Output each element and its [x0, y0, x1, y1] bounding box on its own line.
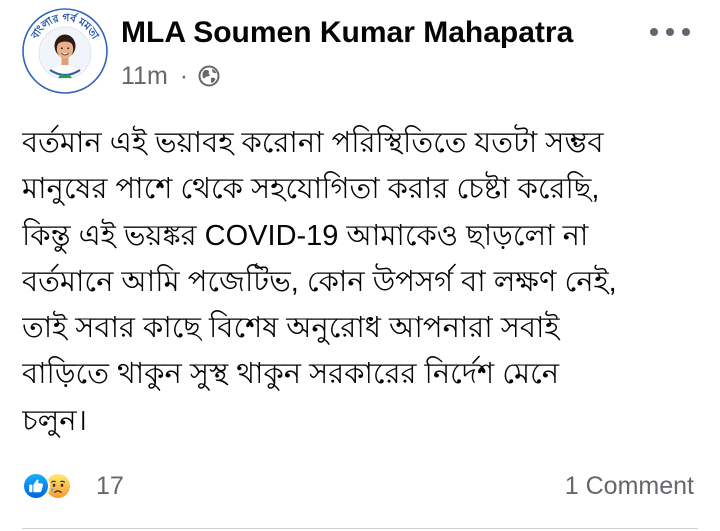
reaction-icons [22, 472, 72, 500]
facebook-post: বাংলার গর্ব মমতা MLA Soumen Kumar Mahapa… [0, 0, 720, 531]
more-horizontal-icon[interactable] [650, 28, 690, 36]
post-body-line: বর্তমান এই ভয়াবহ করোনা পরিস্থিতিতে যতটা… [22, 127, 604, 159]
post-body-line: বাড়িতে থাকুন সুস্থ থাকুন সরকারের নির্দে… [22, 358, 560, 391]
globe-icon [198, 65, 220, 87]
reaction-count: 17 [96, 472, 124, 500]
author-avatar[interactable]: বাংলার গর্ব মমতা [22, 8, 108, 94]
divider [22, 528, 698, 529]
more-dot [666, 28, 674, 36]
post-meta: 11m · [121, 61, 220, 91]
comment-count-link[interactable]: 1 Comment [565, 471, 694, 501]
post-body-line: বর্তমানে আমি পজেটিভ, কোন উপসর্গ বা লক্ষণ… [22, 265, 617, 298]
post-body-line: তাই সবার কাছে বিশেষ অনুরোধ আপনারা সবাই [22, 312, 560, 345]
post-body-line: চলুন। [22, 404, 87, 437]
more-dot [650, 28, 658, 36]
reactions-summary[interactable]: 17 [22, 472, 124, 500]
like-reaction-icon [22, 472, 50, 500]
meta-separator: · [179, 62, 189, 90]
post-timestamp[interactable]: 11m [121, 61, 168, 91]
avatar-image: বাংলার গর্ব মমতা [22, 8, 108, 94]
post-body-line: মানুষের পাশে থেকে সহযোগিতা করার চেষ্টা ক… [22, 173, 600, 206]
post-body-line: কিন্তু এই ভয়ঙ্কর COVID-19 আমাকেও ছাড়লো… [22, 219, 589, 252]
more-dot [682, 28, 690, 36]
post-body: বর্তমান এই ভয়াবহ করোনা পরিস্থিতিতে যতটা… [22, 120, 698, 445]
author-name[interactable]: MLA Soumen Kumar Mahapatra [121, 15, 573, 51]
